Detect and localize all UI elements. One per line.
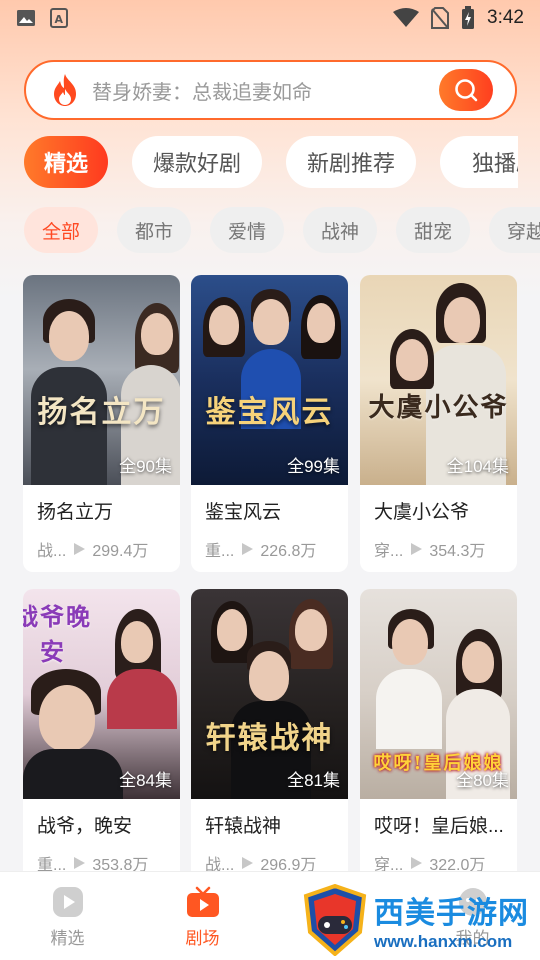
episode-count: 全104集 [446,457,509,476]
drama-meta: 穿... 354.3万 [374,537,485,561]
drama-card[interactable]: 轩辕战神 全81集 轩辕战神 战... 296.9万 [191,589,348,886]
drama-card[interactable]: 扬名立万 全90集 扬名立万 战... 299.4万 [23,275,180,572]
poster-title: 战爷晚安 [23,602,92,666]
drama-poster: 哎呀!皇后娘娘 全80集 [360,589,517,799]
font-app-icon: A [50,8,68,28]
episode-count: 全84集 [119,771,172,790]
play-count-icon [411,543,423,555]
poster-title: 鉴宝风云 [205,395,334,430]
episode-count: 全80集 [456,771,509,790]
search-placeholder[interactable]: 替身娇妻：总裁追妻如命 [92,76,439,105]
category-all[interactable]: 全部 [24,207,98,253]
nav-featured-label: 精选 [50,929,85,948]
poster-title: 大虞小公爷 [368,393,509,423]
episode-count: 全99集 [287,457,340,476]
drama-poster: 鉴宝风云 全99集 [191,275,348,485]
play-count-icon [74,543,86,555]
play-count-icon [242,543,254,555]
drama-title: 战爷，晚安 [37,816,133,837]
category-romance[interactable]: 爱情 [210,207,284,253]
play-count: 226.8万 [260,543,317,560]
drama-poster: 扬名立万 全90集 [23,275,180,485]
tab-exclusive[interactable]: 独播剧 [440,136,518,188]
watermark-name: 西美手游网 [374,897,529,930]
search-button[interactable] [439,69,493,111]
drama-title: 轩辕战神 [205,816,282,837]
watermark-url: www.hanxm.com [374,932,513,951]
drama-title: 鉴宝风云 [205,502,282,523]
flame-icon [54,74,76,106]
drama-genre: 战... [37,543,67,560]
battery-charging-icon [462,6,475,29]
tv-icon [186,886,219,917]
drama-card[interactable]: 哎呀!皇后娘娘 全80集 哎呀！皇后娘... 穿... 322.0万 [360,589,517,886]
nav-featured[interactable]: 精选 [0,872,135,960]
game-shield-logo-icon [303,884,367,956]
gallery-icon [17,10,35,26]
category-strip: 全部 都市 爱情 战神 甜宠 穿越 [0,200,540,258]
nav-theater-label: 剧场 [185,929,220,948]
category-urban[interactable]: 都市 [117,207,191,253]
drama-poster: 大虞小公爷 全104集 [360,275,517,485]
status-time: 3:42 [487,7,524,28]
drama-genre: 穿... [374,543,404,560]
tab-hit-dramas[interactable]: 爆款好剧 [132,136,262,188]
drama-meta: 重... 226.8万 [205,537,316,561]
drama-poster: 战爷晚安 全84集 [23,589,180,799]
play-count-icon [411,857,423,869]
play-count-icon [74,857,86,869]
drama-card[interactable]: 鉴宝风云 全99集 鉴宝风云 重... 226.8万 [191,275,348,572]
drama-meta: 战... 299.4万 [37,537,148,561]
tab-new-dramas[interactable]: 新剧推荐 [286,136,416,188]
drama-title: 大虞小公爷 [374,502,470,523]
drama-poster: 轩辕战神 全81集 [191,589,348,799]
episode-count: 全81集 [287,771,340,790]
poster-title: 轩辕战神 [205,721,334,756]
drama-title: 哎呀！皇后娘... [374,816,504,837]
drama-genre: 重... [205,543,235,560]
wifi-icon [393,8,420,27]
tab-strip: 精选 爆款好剧 新剧推荐 独播剧 [0,130,518,194]
drama-title: 扬名立万 [37,502,114,523]
play-circle-icon [52,887,83,917]
tab-featured[interactable]: 精选 [24,136,108,188]
search-bar[interactable]: 替身娇妻：总裁追妻如命 [24,60,517,120]
drama-card[interactable]: 战爷晚安 全84集 战爷，晚安 重... 353.8万 [23,589,180,886]
svg-text:A: A [55,13,64,26]
site-watermark: 西美手游网 www.hanxm.com [302,880,540,960]
play-count: 354.3万 [429,543,486,560]
status-bar: A 3:42 [0,0,540,36]
play-count: 299.4万 [92,543,149,560]
search-icon [455,79,478,102]
no-sim-icon [431,7,450,29]
play-count-icon [242,857,254,869]
drama-card[interactable]: 大虞小公爷 全104集 大虞小公爷 穿... 354.3万 [360,275,517,572]
category-war-god[interactable]: 战神 [303,207,377,253]
episode-count: 全90集 [119,457,172,476]
category-time-travel[interactable]: 穿越 [489,207,540,253]
poster-title: 扬名立万 [37,395,166,430]
category-sweet[interactable]: 甜宠 [396,207,470,253]
nav-theater[interactable]: 剧场 [135,872,270,960]
